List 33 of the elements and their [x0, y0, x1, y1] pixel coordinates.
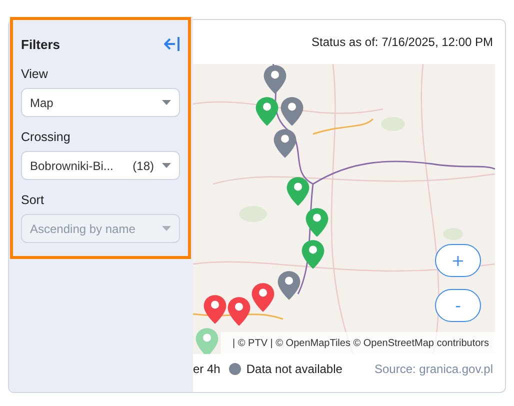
zoom-out-button[interactable]: - — [435, 289, 481, 322]
forest-patch — [381, 117, 405, 131]
map-pin-icon[interactable] — [228, 297, 250, 326]
map-pin-icon[interactable] — [252, 283, 274, 312]
map-pin-icon[interactable] — [264, 65, 286, 94]
map-pin-icon[interactable] — [204, 295, 226, 324]
caret-icon — [162, 226, 171, 231]
caret-icon — [162, 163, 171, 168]
dropdown-field[interactable]: Bobrowniki-Bi... (18) — [21, 151, 180, 180]
caret-icon — [162, 100, 171, 105]
forest-patch — [443, 228, 463, 240]
map-attribution: | © PTV | © OpenMapTiles © OpenStreetMap contributors — [221, 332, 495, 354]
map-pin-icon[interactable] — [306, 208, 328, 237]
status-timestamp: Status as of: 7/16/2025, 12:00 PM — [310, 34, 494, 51]
map-pin-icon[interactable] — [278, 271, 300, 300]
field-label: Crossing — [21, 130, 70, 144]
collapse-icon[interactable] — [164, 36, 180, 52]
zoom-in-button[interactable]: + — [435, 244, 481, 277]
map-pin-icon[interactable] — [256, 97, 278, 126]
map-pin-icon[interactable] — [280, 97, 304, 126]
dropdown-field[interactable]: Map — [21, 88, 180, 117]
field-label: View — [21, 67, 48, 81]
highway-line — [312, 118, 374, 135]
map-pin-icon[interactable] — [274, 129, 296, 158]
map-pin-icon[interactable] — [286, 177, 310, 206]
map-pin-icon[interactable] — [302, 240, 324, 269]
forest-patch — [239, 206, 267, 222]
source-link[interactable]: Source: granica.gov.pl — [374, 362, 493, 376]
map-view[interactable]: + - | © PTV | © OpenMapTiles © OpenStreetMap contributors — [193, 64, 495, 354]
filters-title: Filters — [21, 36, 60, 52]
field-label: Sort — [21, 193, 44, 207]
legend-label: Data not available — [246, 362, 342, 376]
legend-label: er 4h — [193, 362, 220, 376]
